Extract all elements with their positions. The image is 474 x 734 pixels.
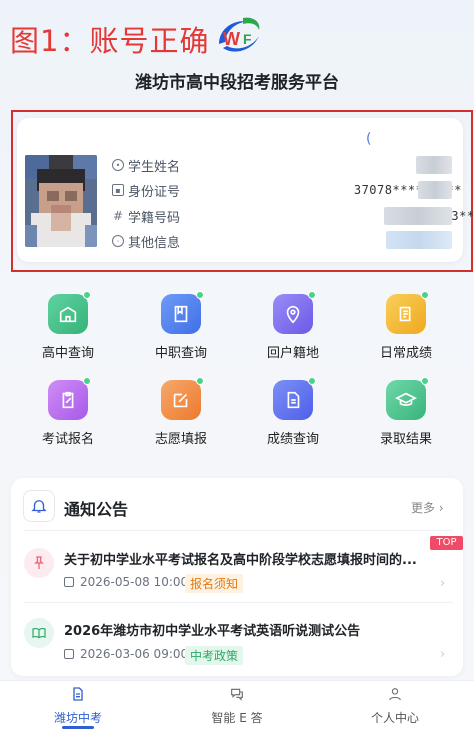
calendar-icon bbox=[64, 649, 74, 659]
user-circle-icon: • bbox=[112, 159, 124, 171]
field-row-name: • 学生姓名 bbox=[112, 155, 452, 175]
service-admission-results[interactable]: 录取结果 bbox=[361, 377, 451, 447]
bell-icon bbox=[23, 490, 55, 522]
top-badge: TOP bbox=[430, 536, 463, 550]
open-book-icon bbox=[24, 618, 54, 648]
page-title: 潍坊市高中段招考服务平台 bbox=[135, 73, 339, 93]
notice-divider bbox=[23, 602, 453, 603]
wf-logo-icon: W F bbox=[213, 14, 263, 58]
service-volunteer-filling[interactable]: 志愿填报 bbox=[136, 377, 226, 447]
id-card-icon: ▪ bbox=[112, 184, 124, 196]
annotation-label: 图1：账号正确 bbox=[10, 24, 210, 58]
calendar-icon bbox=[64, 577, 74, 587]
notice-section-title: 通知公告 bbox=[64, 500, 129, 519]
info-circle-icon: · bbox=[112, 235, 124, 247]
graduation-cap-icon bbox=[386, 377, 429, 420]
file-icon bbox=[73, 687, 83, 701]
person-icon bbox=[389, 688, 401, 701]
field-row-id: ▪ 身份证号 37078********* bbox=[112, 180, 461, 200]
book-icon bbox=[161, 291, 204, 334]
service-return-domicile[interactable]: 回户籍地 bbox=[248, 291, 338, 361]
edit-square-icon bbox=[161, 377, 204, 420]
notice-tag: 中考政策 bbox=[185, 646, 244, 665]
chevron-right-icon: › bbox=[440, 647, 446, 662]
scroll-icon bbox=[386, 291, 429, 334]
name-paren: ( bbox=[366, 131, 372, 147]
service-daily-scores[interactable]: 日常成绩 bbox=[361, 291, 451, 361]
chat-icon bbox=[231, 688, 243, 701]
school-icon bbox=[48, 291, 91, 334]
location-icon bbox=[273, 291, 316, 334]
service-vocational-query[interactable]: 中职查询 bbox=[136, 291, 226, 361]
notice-item-headline[interactable]: 2026年潍坊市初中学业水平考试英语听说测试公告 bbox=[64, 620, 448, 639]
notice-item-date: 2026-03-06 09:00 bbox=[64, 647, 188, 661]
name-redacted bbox=[416, 156, 452, 174]
pin-icon bbox=[24, 548, 54, 578]
service-score-query[interactable]: 成绩查询 bbox=[248, 377, 338, 447]
clipboard-edit-icon bbox=[48, 377, 91, 420]
notice-tag: 报名须知 bbox=[185, 574, 244, 593]
notice-item-date: 2026-05-08 10:00 bbox=[64, 575, 188, 589]
notice-item-headline[interactable]: 关于初中学业水平考试报名及高中阶段学校志愿填报时间的... bbox=[64, 549, 448, 568]
active-tab-indicator bbox=[62, 726, 94, 729]
service-high-school-query[interactable]: 高中查询 bbox=[23, 291, 113, 361]
tab-weifang-zhongkao[interactable]: 潍坊中考 bbox=[28, 686, 128, 726]
student-photo bbox=[25, 155, 97, 247]
other-info-redacted bbox=[386, 231, 452, 249]
notice-divider bbox=[23, 530, 453, 531]
svg-text:F: F bbox=[243, 31, 252, 47]
document-icon bbox=[273, 377, 316, 420]
chevron-right-icon: › bbox=[440, 576, 446, 591]
more-link[interactable]: 更多 › bbox=[411, 499, 444, 516]
student-number-redacted bbox=[384, 207, 452, 225]
svg-text:W: W bbox=[223, 29, 240, 49]
tab-personal-center[interactable]: 个人中心 bbox=[345, 686, 445, 726]
id-redacted bbox=[418, 181, 452, 199]
tab-smart-answer[interactable]: 智能 E 答 bbox=[187, 686, 287, 726]
hash-icon: # bbox=[112, 209, 124, 223]
service-exam-registration[interactable]: 考试报名 bbox=[23, 377, 113, 447]
